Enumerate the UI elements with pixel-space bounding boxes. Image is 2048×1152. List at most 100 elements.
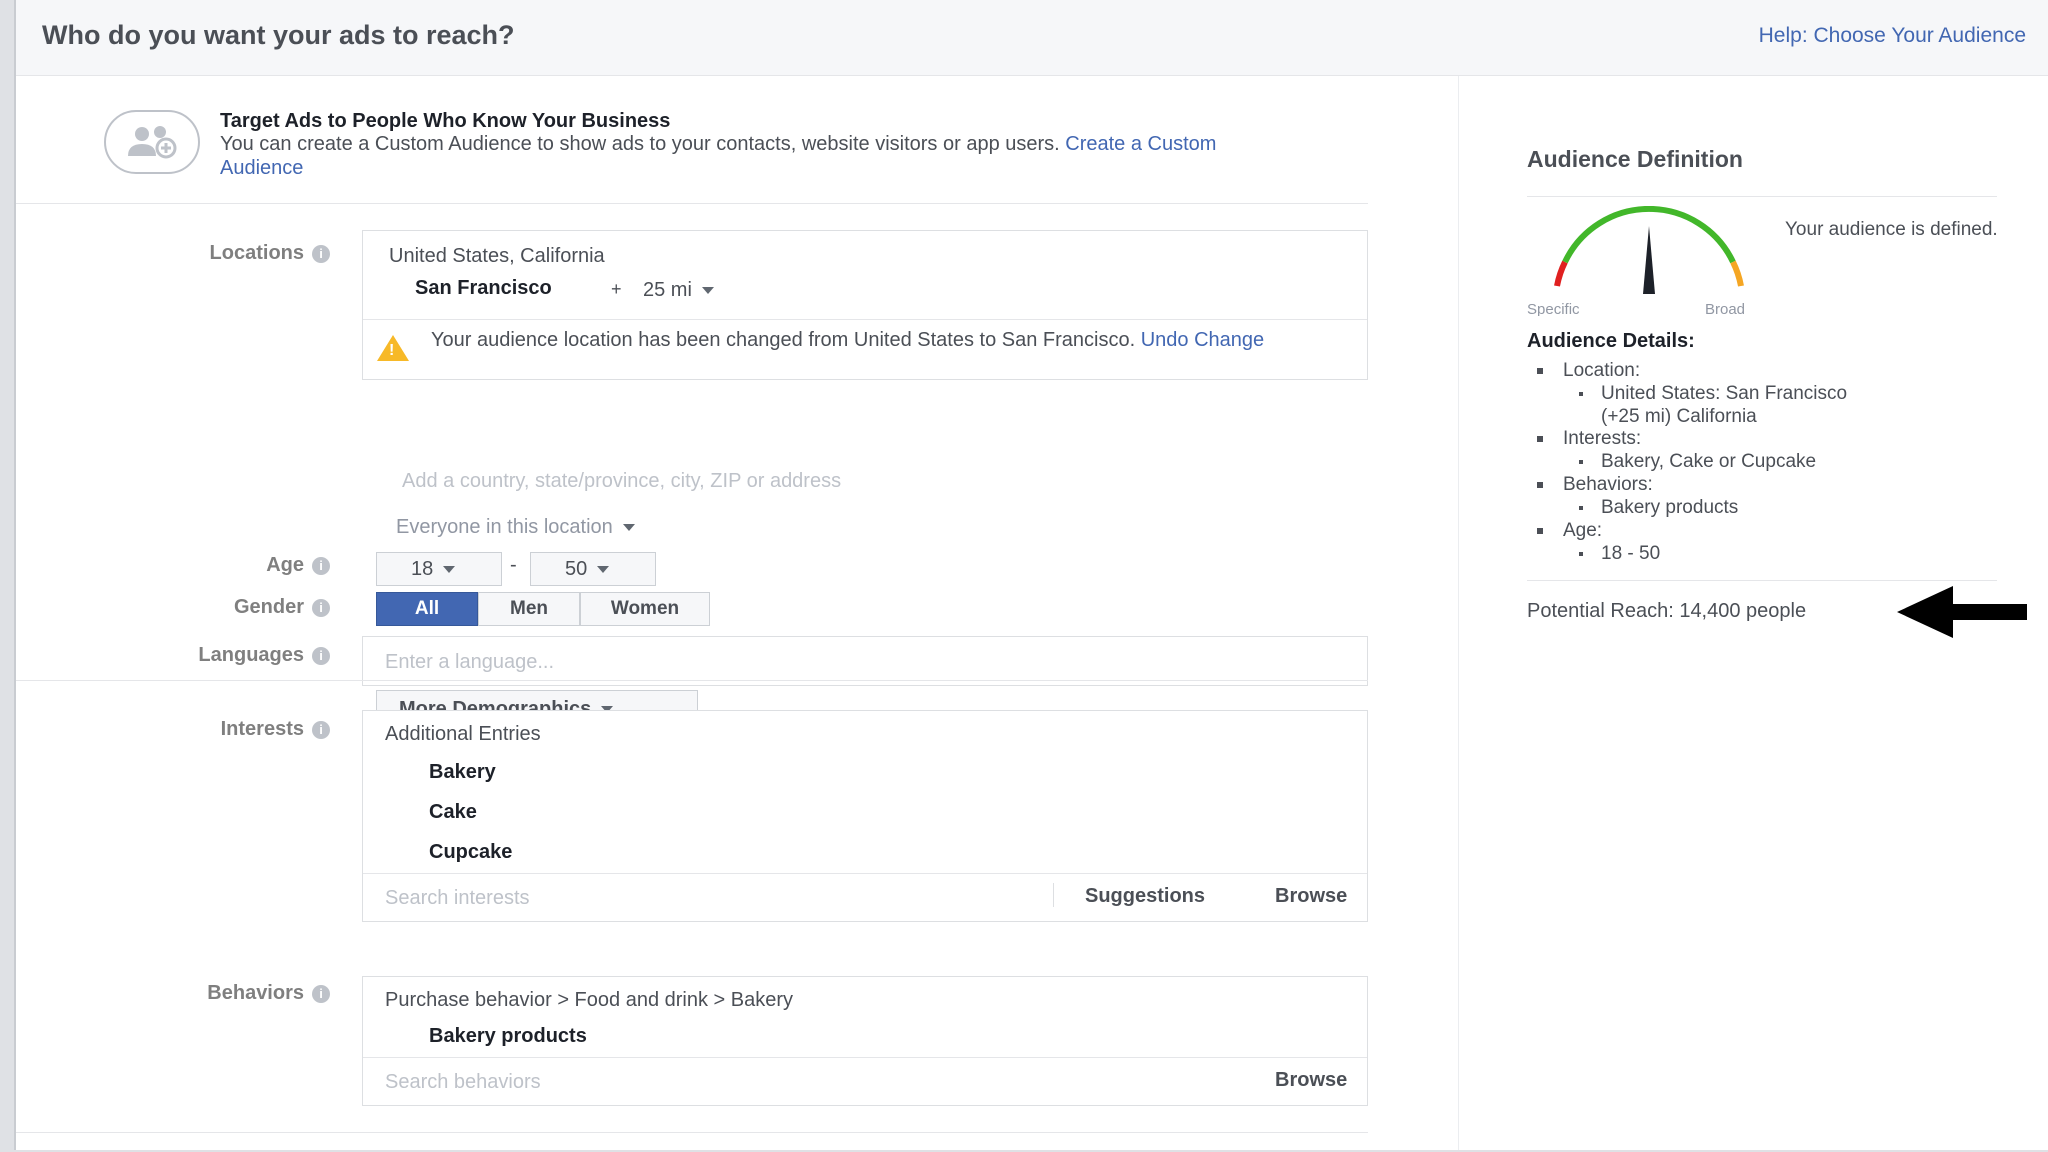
age-min-select[interactable]: 18: [376, 552, 502, 586]
bullet: [1579, 505, 1583, 510]
radius-dropdown[interactable]: 25 mi: [643, 279, 714, 302]
help-link[interactable]: Help: Choose Your Audience: [1759, 24, 2026, 48]
chevron-down-icon: [701, 287, 714, 295]
languages-placeholder: Enter a language...: [385, 651, 555, 673]
audience-definition-panel: Audience Definition Specific Broad Your …: [1458, 76, 2048, 1150]
age-label: Age i: [110, 554, 330, 577]
interests-browse-button[interactable]: Browse: [1275, 885, 1347, 908]
age-min-value: 18: [411, 558, 434, 580]
detail-behaviors-text: Bakery products: [1601, 497, 1739, 518]
page-title: Who do you want your ads to reach?: [42, 20, 515, 50]
info-icon[interactable]: i: [312, 598, 330, 617]
location-input[interactable]: Add a country, state/province, city, ZIP…: [402, 470, 841, 493]
gauge-left-label: Specific: [1527, 301, 1580, 316]
info-icon[interactable]: i: [312, 984, 330, 1003]
chevron-down-icon: [622, 524, 635, 532]
divider: [363, 873, 1367, 874]
detail-location-value1: United States: San Francisco: [1601, 383, 1848, 404]
detail-interests: Interests:: [1537, 428, 2017, 450]
audience-gauge: Specific Broad: [1525, 205, 1775, 318]
suggestions-button[interactable]: Suggestions: [1085, 885, 1205, 908]
behavior-item[interactable]: Bakery products: [429, 1025, 587, 1048]
age-max-select[interactable]: 50: [530, 552, 656, 586]
divider: [1527, 196, 1997, 197]
gender-label-text: Gender: [233, 596, 304, 618]
age-label-text: Age: [266, 554, 304, 576]
location-warning: Your audience location has been changed …: [431, 329, 1331, 351]
location-warning-text: Your audience location has been changed …: [431, 329, 1141, 351]
interest-item[interactable]: Cupcake: [429, 841, 512, 864]
location-plus: +: [611, 279, 622, 299]
location-scope-dropdown[interactable]: Everyone in this location: [396, 516, 635, 539]
languages-input[interactable]: Enter a language...: [362, 636, 1368, 686]
info-icon[interactable]: i: [312, 720, 330, 739]
behaviors-browse-button[interactable]: Browse: [1275, 1069, 1347, 1092]
detail-age: Age:: [1537, 520, 2017, 542]
age-dash: -: [510, 554, 517, 576]
bullet: [1537, 527, 1543, 534]
info-icon[interactable]: i: [312, 244, 330, 263]
gauge-svg: Specific Broad: [1527, 205, 1745, 318]
locations-label: Locations i: [110, 242, 330, 265]
bullet: [1579, 551, 1583, 556]
targeting-form: Target Ads to People Who Know Your Busin…: [16, 76, 1376, 1150]
radius-value: 25 mi: [643, 279, 692, 301]
people-icon: [104, 110, 200, 174]
interests-label-text: Interests: [220, 718, 304, 740]
info-icon[interactable]: i: [312, 646, 330, 665]
divider: [1053, 883, 1054, 907]
detail-behaviors-label: Behaviors:: [1563, 474, 1653, 495]
interest-item[interactable]: Cake: [429, 801, 477, 824]
chevron-down-icon: [597, 566, 610, 574]
interest-item[interactable]: Bakery: [429, 761, 496, 784]
behaviors-label-text: Behaviors: [207, 982, 304, 1004]
potential-reach: Potential Reach: 14,400 people: [1527, 600, 1807, 622]
gauge-right-label: Broad: [1705, 301, 1745, 316]
locations-label-text: Locations: [209, 242, 304, 264]
undo-change-link[interactable]: Undo Change: [1141, 329, 1264, 351]
detail-location-line1: United States: San Francisco: [1579, 382, 1999, 405]
audience-status: Your audience is defined.: [1785, 219, 1998, 240]
audience-definition-title: Audience Definition: [1527, 146, 1743, 172]
behaviors-box: Purchase behavior > Food and drink > Bak…: [362, 976, 1368, 1106]
detail-interests-label: Interests:: [1563, 428, 1642, 449]
bullet: [1537, 367, 1543, 374]
age-max-value: 50: [565, 558, 588, 580]
divider: [16, 680, 1368, 681]
locations-box: United States, California San Francisco …: [362, 230, 1368, 380]
chevron-down-icon: [443, 566, 456, 574]
divider: [16, 1132, 1368, 1133]
info-icon[interactable]: i: [312, 556, 330, 575]
languages-label-text: Languages: [198, 644, 304, 666]
location-country: United States, California: [389, 245, 605, 267]
custom-audience-title: Target Ads to People Who Know Your Busin…: [220, 110, 671, 132]
bullet: [1537, 481, 1543, 488]
behaviors-label: Behaviors i: [110, 982, 330, 1005]
bullet: [1579, 391, 1583, 396]
page-frame: Who do you want your ads to reach? Help:…: [14, 0, 2048, 1150]
divider: [1527, 580, 1997, 581]
detail-location-line2: (+25 mi) California: [1601, 406, 1757, 427]
gender-men-button[interactable]: Men: [478, 592, 580, 626]
custom-audience-desc-text: You can create a Custom Audience to show…: [220, 133, 1066, 155]
detail-age-text: 18 - 50: [1601, 543, 1661, 564]
behaviors-search-input[interactable]: Search behaviors: [385, 1071, 541, 1094]
gender-women-button[interactable]: Women: [580, 592, 710, 626]
detail-location-value: United States: San Francisco (+25 mi) Ca…: [1579, 382, 1999, 428]
gender-all-button[interactable]: All: [376, 592, 478, 626]
gender-toggle: All Men Women: [376, 592, 710, 626]
arrow-left-icon: [1897, 584, 2027, 640]
location-city[interactable]: San Francisco: [415, 277, 552, 300]
divider: [363, 319, 1367, 320]
detail-behaviors: Behaviors:: [1537, 474, 2017, 496]
custom-audience-promo: Target Ads to People Who Know Your Busin…: [16, 76, 1368, 204]
detail-age-label: Age:: [1563, 520, 1603, 541]
interests-box: Additional Entries Bakery Cake Cupcake S…: [362, 710, 1368, 922]
behavior-path: Purchase behavior > Food and drink > Bak…: [385, 989, 794, 1011]
interests-heading: Additional Entries: [385, 723, 541, 745]
gauge-needle: [1643, 226, 1655, 294]
gender-label: Gender i: [110, 596, 330, 619]
custom-audience-desc: You can create a Custom Audience to show…: [220, 132, 1250, 180]
languages-label: Languages i: [110, 644, 330, 667]
interests-search-input[interactable]: Search interests: [385, 887, 530, 910]
